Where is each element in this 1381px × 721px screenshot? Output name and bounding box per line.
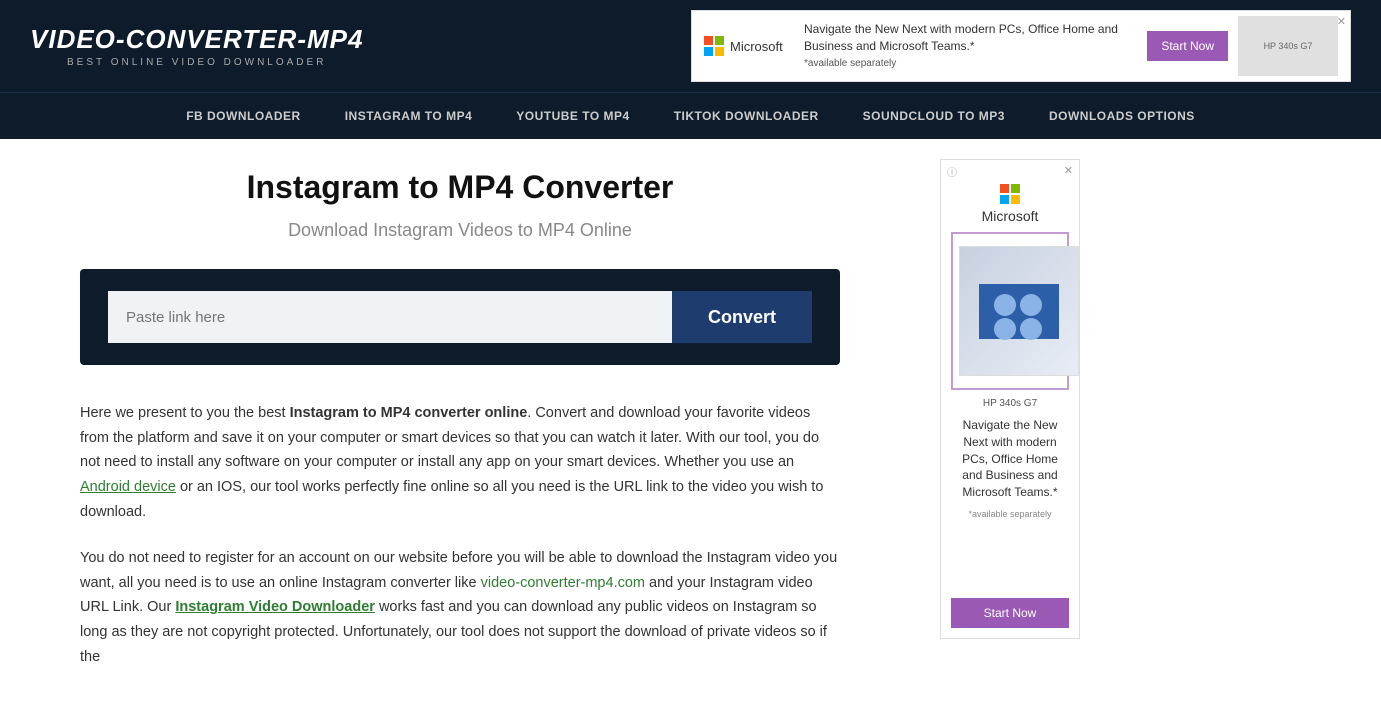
- nav-soundcloud-mp3[interactable]: SOUNDCLOUD TO MP3: [841, 93, 1027, 139]
- sidebar-laptop-image: [959, 246, 1079, 376]
- main-nav: FB DOWNLOADER INSTAGRAM TO MP4 YOUTUBE T…: [0, 92, 1381, 139]
- android-device-link[interactable]: Android device: [80, 479, 176, 495]
- nav-tiktok-downloader[interactable]: TIKTOK DOWNLOADER: [652, 93, 841, 139]
- logo-title: VIDEO-CONVERTER-MP4: [30, 24, 363, 55]
- ad-cta-button[interactable]: Start Now: [1147, 31, 1228, 61]
- page-title: Instagram to MP4 Converter: [80, 169, 840, 206]
- ad-fine-print: *available separately: [804, 58, 896, 69]
- microsoft-grid-icon: [704, 36, 724, 56]
- body-text-1-pre: Here we present to you the best: [80, 405, 290, 421]
- main-content: Instagram to MP4 Converter Download Inst…: [0, 139, 900, 721]
- site-header: VIDEO-CONVERTER-MP4 BEST ONLINE VIDEO DO…: [0, 0, 1381, 92]
- sidebar-ad: ⓘ ✕ Microsoft: [940, 159, 1080, 639]
- sidebar-ad-headline: Navigate the New Next with modern PCs, O…: [951, 417, 1069, 501]
- url-input[interactable]: [108, 291, 672, 343]
- header-ad-banner: ✕ Microsoft Navigate the New Next with m…: [691, 10, 1351, 82]
- site-link[interactable]: video-converter-mp4.com: [481, 575, 645, 591]
- face-3: [994, 318, 1016, 340]
- sidebar-ad-info-icon[interactable]: ⓘ: [947, 164, 957, 179]
- ad-brand-name: Microsoft: [730, 39, 783, 54]
- laptop-screen: [979, 284, 1059, 339]
- ad-laptop-image: HP 340s G7: [1238, 16, 1338, 76]
- body-text-1-bold: Instagram to MP4 converter online: [290, 405, 528, 421]
- instagram-video-downloader-link[interactable]: Instagram Video Downloader: [175, 599, 375, 615]
- face-1: [994, 294, 1016, 316]
- ad-model-label: HP 340s G7: [1264, 41, 1313, 51]
- sidebar-brand-name: Microsoft: [982, 208, 1039, 224]
- convert-button[interactable]: Convert: [672, 291, 812, 343]
- sidebar-ms-grid-icon: [1000, 184, 1020, 204]
- sidebar-cta-button[interactable]: Start Now: [951, 598, 1069, 628]
- converter-box: Convert: [80, 269, 840, 365]
- sidebar-ad-fine-print: *available separately: [968, 509, 1051, 519]
- sidebar-laptop-border: [951, 232, 1069, 390]
- page-layout: Instagram to MP4 Converter Download Inst…: [0, 139, 1381, 721]
- body-paragraph-1: Here we present to you the best Instagra…: [80, 401, 840, 524]
- face-2: [1020, 294, 1042, 316]
- ad-close-icon[interactable]: ✕: [1337, 15, 1346, 28]
- nav-youtube-mp4[interactable]: YOUTUBE TO MP4: [494, 93, 651, 139]
- body-paragraph-2: You do not need to register for an accou…: [80, 546, 840, 669]
- nav-instagram-mp4[interactable]: INSTAGRAM TO MP4: [323, 93, 495, 139]
- sidebar-ad-model: HP 340s G7: [983, 398, 1037, 409]
- face-4: [1020, 318, 1042, 340]
- nav-downloads-options[interactable]: DOWNLOADS OPTIONS: [1027, 93, 1217, 139]
- ad-headline: Navigate the New Next with modern PCs, O…: [804, 22, 1118, 53]
- body-text-1-post2: or an IOS, our tool works perfectly fine…: [80, 479, 823, 520]
- page-subtitle: Download Instagram Videos to MP4 Online: [80, 220, 840, 241]
- logo: VIDEO-CONVERTER-MP4 BEST ONLINE VIDEO DO…: [30, 24, 363, 68]
- laptop-faces: [994, 294, 1044, 329]
- sidebar-ad-close-icon[interactable]: ✕: [1064, 164, 1073, 177]
- ad-text: Navigate the New Next with modern PCs, O…: [804, 21, 1137, 72]
- logo-subtitle: BEST ONLINE VIDEO DOWNLOADER: [67, 57, 326, 68]
- sidebar: ⓘ ✕ Microsoft: [900, 139, 1120, 721]
- ad-logo: Microsoft: [704, 36, 794, 56]
- sidebar-ms-logo: Microsoft: [982, 184, 1039, 224]
- nav-fb-downloader[interactable]: FB DOWNLOADER: [164, 93, 323, 139]
